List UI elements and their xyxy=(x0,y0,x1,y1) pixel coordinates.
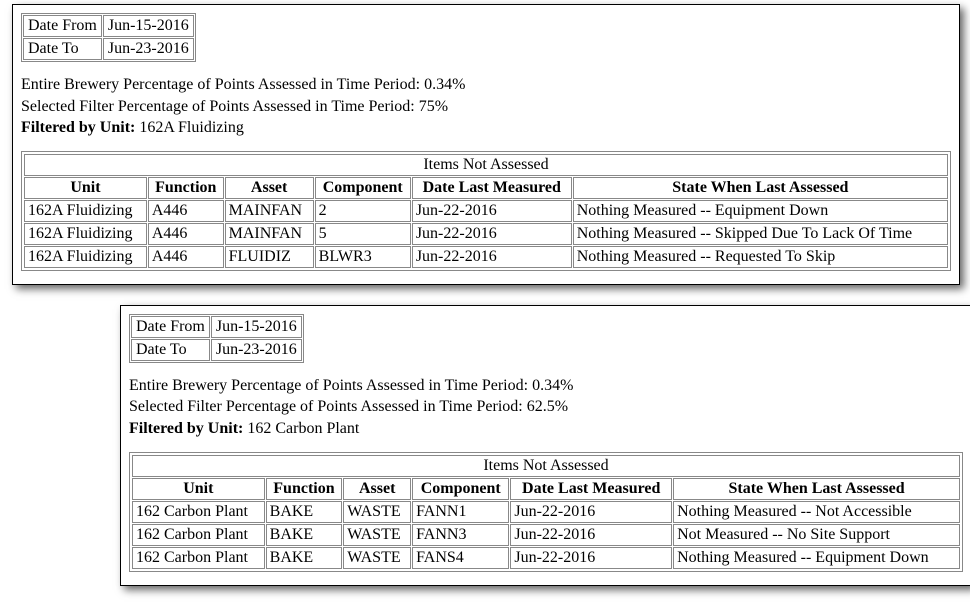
cell-unit: 162 Carbon Plant xyxy=(132,524,265,546)
cell-asset: FLUIDIZ xyxy=(225,246,314,268)
cell-asset: MAINFAN xyxy=(225,223,314,245)
col-date: Date Last Measured xyxy=(510,478,672,500)
cell-function: BAKE xyxy=(266,501,343,523)
cell-function: A446 xyxy=(148,246,224,268)
summary-block: Entire Brewery Percentage of Points Asse… xyxy=(21,74,951,139)
cell-component: FANN3 xyxy=(412,524,509,546)
table-row: 162A Fluidizing A446 MAINFAN 5 Jun-22-20… xyxy=(24,223,948,245)
cell-function: A446 xyxy=(148,200,224,222)
table-header-row: Unit Function Asset Component Date Last … xyxy=(24,177,948,199)
cell-state: Nothing Measured -- Skipped Due To Lack … xyxy=(573,223,948,245)
summary-block: Entire Brewery Percentage of Points Asse… xyxy=(129,375,963,440)
table-row: Date From Jun-15-2016 xyxy=(131,316,302,338)
cell-unit: 162A Fluidizing xyxy=(24,200,147,222)
cell-asset: WASTE xyxy=(343,524,411,546)
filtered-by: Filtered by Unit: 162 Carbon Plant xyxy=(129,418,963,440)
cell-component: 2 xyxy=(315,200,411,222)
cell-component: FANN1 xyxy=(412,501,509,523)
col-state: State When Last Assessed xyxy=(573,177,948,199)
cell-component: 5 xyxy=(315,223,411,245)
items-table-title: Items Not Assessed xyxy=(24,154,948,176)
col-function: Function xyxy=(148,177,224,199)
cell-function: BAKE xyxy=(266,524,343,546)
report-panel-1: Date From Jun-15-2016 Date To Jun-23-201… xyxy=(12,4,960,285)
cell-date: Jun-22-2016 xyxy=(412,200,572,222)
cell-state: Nothing Measured -- Not Accessible xyxy=(673,501,960,523)
cell-date: Jun-22-2016 xyxy=(412,223,572,245)
cell-component: FANS4 xyxy=(412,547,509,569)
cell-date: Jun-22-2016 xyxy=(510,501,672,523)
col-date: Date Last Measured xyxy=(412,177,572,199)
entire-brewery-percentage: Entire Brewery Percentage of Points Asse… xyxy=(21,74,951,96)
table-row: 162 Carbon Plant BAKE WASTE FANN3 Jun-22… xyxy=(132,524,960,546)
cell-function: BAKE xyxy=(266,547,343,569)
date-range-table: Date From Jun-15-2016 Date To Jun-23-201… xyxy=(21,13,196,62)
cell-unit: 162A Fluidizing xyxy=(24,246,147,268)
table-row: Date To Jun-23-2016 xyxy=(131,339,302,361)
items-not-assessed-table: Items Not Assessed Unit Function Asset C… xyxy=(131,454,961,570)
cell-unit: 162 Carbon Plant xyxy=(132,547,265,569)
col-component: Component xyxy=(315,177,411,199)
table-caption-row: Items Not Assessed xyxy=(24,154,948,176)
col-state: State When Last Assessed xyxy=(673,478,960,500)
report-panel-2: Date From Jun-15-2016 Date To Jun-23-201… xyxy=(120,305,970,586)
col-unit: Unit xyxy=(132,478,265,500)
filtered-by-value: 162 Carbon Plant xyxy=(243,420,359,437)
cell-asset: WASTE xyxy=(343,501,411,523)
col-component: Component xyxy=(412,478,509,500)
items-not-assessed-table-wrap: Items Not Assessed Unit Function Asset C… xyxy=(129,452,963,572)
date-from-value: Jun-15-2016 xyxy=(103,15,194,37)
col-asset: Asset xyxy=(343,478,411,500)
col-unit: Unit xyxy=(24,177,147,199)
date-from-value: Jun-15-2016 xyxy=(211,316,302,338)
cell-asset: WASTE xyxy=(343,547,411,569)
table-row: Date From Jun-15-2016 xyxy=(23,15,194,37)
date-to-value: Jun-23-2016 xyxy=(103,38,194,60)
cell-state: Not Measured -- No Site Support xyxy=(673,524,960,546)
date-to-label: Date To xyxy=(131,339,210,361)
cell-unit: 162 Carbon Plant xyxy=(132,501,265,523)
col-asset: Asset xyxy=(225,177,314,199)
table-row: 162A Fluidizing A446 MAINFAN 2 Jun-22-20… xyxy=(24,200,948,222)
table-caption-row: Items Not Assessed xyxy=(132,455,960,477)
table-row: 162A Fluidizing A446 FLUIDIZ BLWR3 Jun-2… xyxy=(24,246,948,268)
date-to-label: Date To xyxy=(23,38,102,60)
filtered-by: Filtered by Unit: 162A Fluidizing xyxy=(21,117,951,139)
cell-unit: 162A Fluidizing xyxy=(24,223,147,245)
table-row: 162 Carbon Plant BAKE WASTE FANS4 Jun-22… xyxy=(132,547,960,569)
selected-filter-percentage: Selected Filter Percentage of Points Ass… xyxy=(21,96,951,118)
cell-asset: MAINFAN xyxy=(225,200,314,222)
items-not-assessed-table-wrap: Items Not Assessed Unit Function Asset C… xyxy=(21,151,951,271)
table-row: Date To Jun-23-2016 xyxy=(23,38,194,60)
cell-date: Jun-22-2016 xyxy=(510,524,672,546)
date-from-label: Date From xyxy=(23,15,102,37)
filtered-by-value: 162A Fluidizing xyxy=(135,119,243,136)
cell-state: Nothing Measured -- Equipment Down xyxy=(673,547,960,569)
items-not-assessed-table: Items Not Assessed Unit Function Asset C… xyxy=(23,153,949,269)
col-function: Function xyxy=(266,478,343,500)
date-range-table: Date From Jun-15-2016 Date To Jun-23-201… xyxy=(129,314,304,363)
date-from-label: Date From xyxy=(131,316,210,338)
cell-date: Jun-22-2016 xyxy=(412,246,572,268)
table-header-row: Unit Function Asset Component Date Last … xyxy=(132,478,960,500)
cell-state: Nothing Measured -- Equipment Down xyxy=(573,200,948,222)
table-row: 162 Carbon Plant BAKE WASTE FANN1 Jun-22… xyxy=(132,501,960,523)
cell-function: A446 xyxy=(148,223,224,245)
cell-date: Jun-22-2016 xyxy=(510,547,672,569)
entire-brewery-percentage: Entire Brewery Percentage of Points Asse… xyxy=(129,375,963,397)
selected-filter-percentage: Selected Filter Percentage of Points Ass… xyxy=(129,396,963,418)
items-table-title: Items Not Assessed xyxy=(132,455,960,477)
filtered-by-label: Filtered by Unit: xyxy=(129,420,243,437)
cell-state: Nothing Measured -- Requested To Skip xyxy=(573,246,948,268)
cell-component: BLWR3 xyxy=(315,246,411,268)
date-to-value: Jun-23-2016 xyxy=(211,339,302,361)
filtered-by-label: Filtered by Unit: xyxy=(21,119,135,136)
